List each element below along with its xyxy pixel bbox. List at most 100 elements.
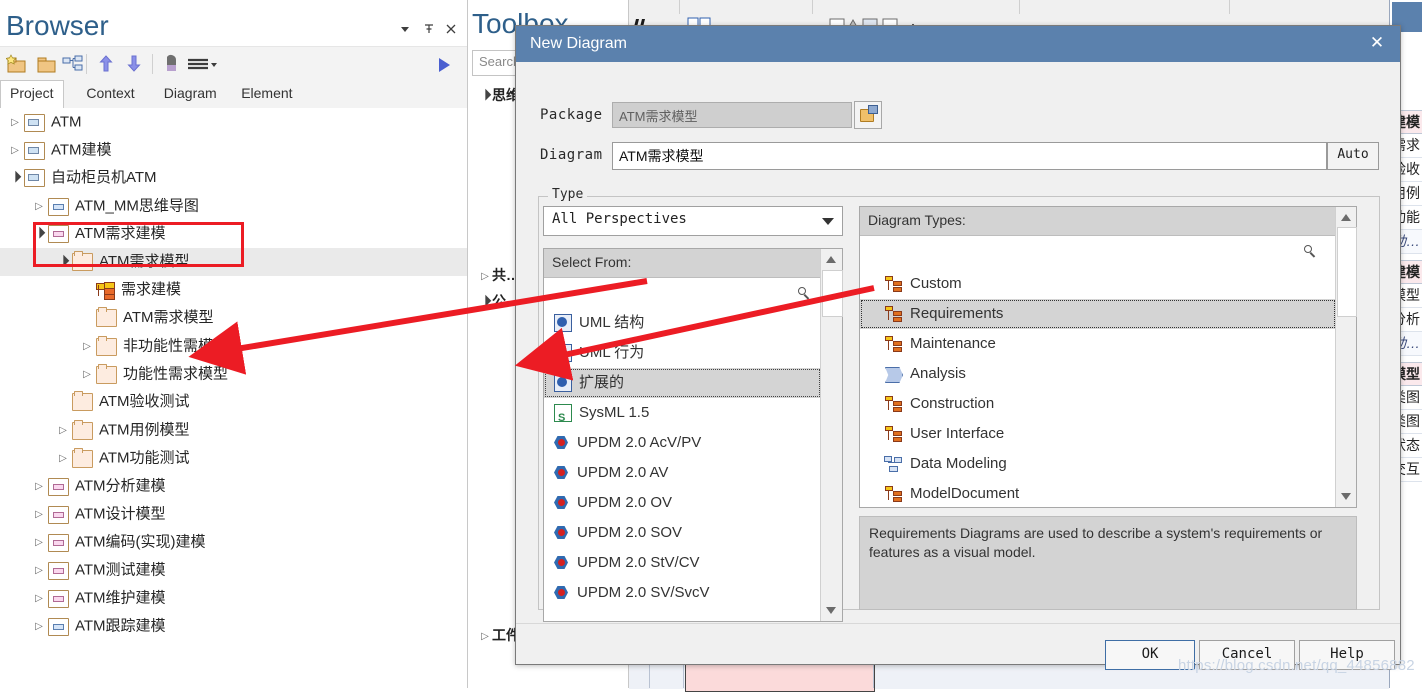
menu-icon[interactable]: [186, 54, 220, 76]
select-from-item[interactable]: UPDM 2.0 AcV/PV: [544, 428, 821, 458]
tree-item[interactable]: ATM功能测试: [0, 444, 467, 472]
toolbox-item[interactable]: 工件: [472, 622, 520, 648]
select-from-item[interactable]: UPDM 2.0 OV: [544, 488, 821, 518]
diagram-types-list[interactable]: Custom Requirements Maintenance Analysis Con…: [860, 269, 1336, 505]
tree-item[interactable]: ATM建模: [0, 136, 467, 164]
tree-item-label: ATM_MM思维导图: [75, 197, 199, 215]
tree-item[interactable]: 功能性需求模型: [0, 360, 467, 388]
tab-context[interactable]: Context: [77, 80, 143, 107]
tree-item[interactable]: 自动柜员机ATM: [0, 164, 467, 192]
chevron-right-icon[interactable]: [8, 108, 22, 137]
tree-item[interactable]: ATM分析建模: [0, 472, 467, 500]
diagram-type-item[interactable]: Analysis: [860, 359, 1336, 389]
diagram-type-item[interactable]: ModelDocument: [860, 479, 1336, 505]
chevron-right-icon[interactable]: [32, 612, 46, 641]
pointer-icon[interactable]: [160, 54, 184, 76]
chevron-right-icon[interactable]: [32, 500, 46, 529]
chevron-right-icon[interactable]: [56, 416, 70, 445]
tree-item[interactable]: ATM编码(实现)建模: [0, 528, 467, 556]
project-tree[interactable]: ATMATM建模自动柜员机ATMATM_MM思维导图ATM需求建模ATM需求模型…: [0, 108, 467, 688]
updm-icon: [554, 465, 570, 481]
dropdown-icon[interactable]: [396, 22, 414, 40]
scroll-up-button[interactable]: [821, 249, 842, 270]
diagram-types-scrollbar[interactable]: [1335, 207, 1357, 507]
scrollbar-thumb[interactable]: [822, 270, 843, 317]
diagram-type-item[interactable]: Data Modeling: [860, 449, 1336, 479]
select-from-item[interactable]: UML 结构: [544, 308, 821, 338]
tree-item[interactable]: ATM维护建模: [0, 584, 467, 612]
diagram-type-item[interactable]: User Interface: [860, 419, 1336, 449]
diagram-type-item[interactable]: Requirements: [860, 299, 1336, 329]
close-icon[interactable]: [442, 22, 460, 40]
tab-diagram[interactable]: Diagram: [155, 80, 226, 107]
tree-item[interactable]: ATM需求模型: [0, 304, 467, 332]
scroll-down-button[interactable]: [1336, 486, 1356, 507]
chevron-right-icon[interactable]: [32, 528, 46, 557]
diagram-types-search-input[interactable]: [860, 236, 1336, 266]
chevron-right-icon[interactable]: [32, 556, 46, 585]
package-field[interactable]: ATM需求模型: [612, 102, 852, 128]
diagram-type-item[interactable]: Construction: [860, 389, 1336, 419]
folder-icon: [96, 335, 117, 356]
chevron-right-icon[interactable]: [8, 136, 22, 165]
folder-browse-icon[interactable]: [854, 101, 882, 129]
tab-element[interactable]: Element: [232, 80, 301, 107]
chevron-right-icon[interactable]: [56, 444, 70, 473]
diagram-type-item[interactable]: Custom: [860, 269, 1336, 299]
perspective-select[interactable]: All Perspectives: [543, 206, 843, 236]
chevron-right-icon[interactable]: [80, 360, 94, 389]
tree-item[interactable]: ATM测试建模: [0, 556, 467, 584]
requirements-diagram-icon: [884, 486, 902, 503]
select-from-item[interactable]: UPDM 2.0 SOV: [544, 518, 821, 548]
select-from-item[interactable]: UPDM 2.0 SV/SvcV: [544, 578, 821, 608]
chevron-right-icon[interactable]: [80, 332, 94, 361]
toolbox-item[interactable]: 思维: [472, 82, 520, 108]
select-from-search-input[interactable]: [544, 278, 842, 309]
chevron-right-icon[interactable]: [32, 192, 46, 221]
expander-icon[interactable]: [478, 289, 492, 315]
scroll-down-button[interactable]: [821, 600, 842, 621]
expander-icon[interactable]: [478, 83, 492, 109]
tree-item-label: 自动柜员机ATM: [51, 169, 157, 187]
select-from-scrollbar[interactable]: [820, 249, 843, 621]
expander-icon[interactable]: [478, 623, 492, 650]
model-structure-icon[interactable]: [62, 54, 86, 76]
select-from-header: Select From:: [544, 249, 842, 278]
chevron-right-icon[interactable]: [32, 472, 46, 501]
tree-item[interactable]: ATM设计模型: [0, 500, 467, 528]
expander-icon[interactable]: [478, 263, 492, 290]
tree-item[interactable]: ATM验收测试: [0, 388, 467, 416]
folder-icon[interactable]: [36, 54, 60, 76]
tab-project[interactable]: Project: [0, 80, 64, 109]
move-down-icon[interactable]: [122, 54, 146, 76]
tree-item[interactable]: ATM用例模型: [0, 416, 467, 444]
toolbox-item[interactable]: 公…: [472, 288, 520, 314]
diagram-type-label: Custom: [910, 275, 962, 292]
dialog-close-icon[interactable]: ✕: [1362, 30, 1392, 56]
toolbox-item[interactable]: 共…: [472, 262, 520, 288]
chevron-right-icon[interactable]: [32, 584, 46, 613]
new-package-icon[interactable]: [5, 54, 30, 76]
diagram-type-item[interactable]: Maintenance: [860, 329, 1336, 359]
tree-item[interactable]: 非功能性需模型: [0, 332, 467, 360]
select-from-item[interactable]: UPDM 2.0 StV/CV: [544, 548, 821, 578]
auto-button[interactable]: Auto: [1327, 142, 1379, 170]
select-from-list[interactable]: UML 结构 UML 行为扩展的 SysML 1.5 UPDM 2.0 AcV/PV U…: [544, 308, 821, 620]
tree-item[interactable]: ATM: [0, 108, 467, 136]
run-icon[interactable]: [435, 55, 453, 78]
tree-item[interactable]: ATM跟踪建模: [0, 612, 467, 640]
select-from-item[interactable]: SysML 1.5: [544, 398, 821, 433]
tree-item[interactable]: ATM_MM思维导图: [0, 192, 467, 220]
diagram-name-value: ATM需求模型: [619, 148, 704, 164]
pin-icon[interactable]: [420, 22, 438, 40]
diagram-name-input[interactable]: ATM需求模型: [612, 142, 1327, 170]
move-up-icon[interactable]: [94, 54, 118, 76]
select-from-item[interactable]: UPDM 2.0 AV: [544, 458, 821, 488]
select-from-item[interactable]: UML 行为: [544, 338, 821, 368]
scroll-up-button[interactable]: [1336, 207, 1356, 228]
chevron-down-icon[interactable]: [8, 164, 22, 192]
scrollbar-thumb[interactable]: [1337, 227, 1357, 317]
select-from-item[interactable]: 扩展的: [544, 368, 821, 398]
tree-item[interactable]: 需求建模: [0, 276, 467, 304]
diagram-label: Diagram: [540, 147, 603, 163]
